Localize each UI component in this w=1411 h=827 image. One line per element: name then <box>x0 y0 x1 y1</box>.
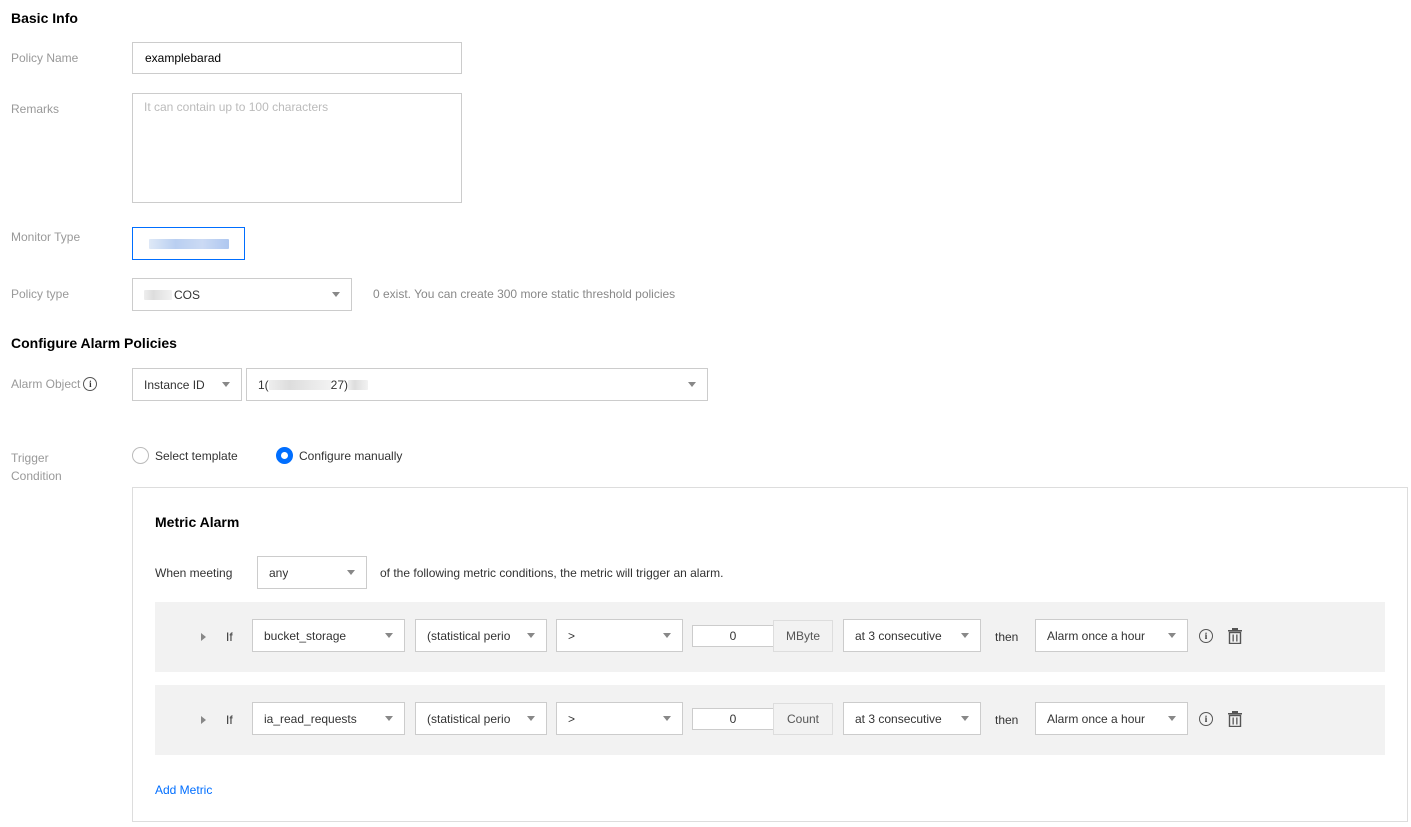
match-mode-select[interactable]: any <box>257 556 367 589</box>
instance-id-redacted-tail <box>348 380 369 391</box>
consecutive-value: at 3 consecutive <box>855 628 942 643</box>
radio-circle-selected <box>276 447 293 464</box>
alarm-object-instance-select[interactable]: 1( 27) <box>246 368 708 401</box>
policy-type-value: COS <box>174 287 201 302</box>
unit-label: MByte <box>773 620 833 652</box>
monitor-type-redacted <box>148 238 229 249</box>
radio-circle <box>132 447 149 464</box>
chevron-down-icon <box>332 292 340 297</box>
alarm-object-value-prefix: 1( <box>258 377 269 392</box>
match-mode-value: any <box>269 565 289 580</box>
match-mode-suffix: of the following metric conditions, the … <box>380 566 724 580</box>
radio-configure-manually-label: Configure manually <box>299 448 403 463</box>
metric-select[interactable]: ia_read_requests <box>252 702 405 735</box>
add-metric-link[interactable]: Add Metric <box>155 783 212 797</box>
expand-icon[interactable] <box>201 633 206 641</box>
radio-select-template[interactable]: Select template <box>132 447 238 464</box>
trash-icon[interactable] <box>1228 628 1242 644</box>
alarm-object-label-group: Alarm Object i <box>11 375 98 393</box>
chevron-down-icon <box>385 716 393 721</box>
monitor-type-label: Monitor Type <box>11 230 81 244</box>
radio-configure-manually[interactable]: Configure manually <box>276 447 402 464</box>
alarm-frequency-select[interactable]: Alarm once a hour <box>1035 619 1188 652</box>
alarm-policies-title: Configure Alarm Policies <box>11 335 177 351</box>
info-icon[interactable]: i <box>1199 712 1213 726</box>
basic-info-title: Basic Info <box>11 10 78 26</box>
chevron-down-icon <box>527 716 535 721</box>
policy-name-value: examplebarad <box>145 51 222 65</box>
statistical-period-select[interactable]: (statistical perio <box>415 702 547 735</box>
if-label: If <box>226 713 233 727</box>
policy-name-label: Policy Name <box>11 51 79 65</box>
consecutive-select[interactable]: at 3 consecutive <box>843 619 981 652</box>
when-meeting-label: When meeting <box>155 566 233 580</box>
metric-value: bucket_storage <box>264 628 347 643</box>
unit-label: Count <box>773 703 833 735</box>
chevron-down-icon <box>1168 633 1176 638</box>
chevron-down-icon <box>961 633 969 638</box>
chevron-down-icon <box>663 633 671 638</box>
alarm-object-type-select[interactable]: Instance ID <box>132 368 242 401</box>
chevron-down-icon <box>347 570 355 575</box>
remarks-label: Remarks <box>11 102 60 116</box>
policy-type-select[interactable]: COS <box>132 278 352 311</box>
alarm-object-type-value: Instance ID <box>144 377 205 392</box>
alarm-object-value-suffix: 27) <box>330 377 349 392</box>
chevron-down-icon <box>961 716 969 721</box>
consecutive-value: at 3 consecutive <box>855 711 942 726</box>
metric-condition-row: If ia_read_requests (statistical perio >… <box>155 685 1385 755</box>
instance-id-redacted <box>268 380 331 391</box>
operator-value: > <box>568 628 576 643</box>
statistical-period-value: (statistical perio <box>427 711 511 726</box>
chevron-down-icon <box>385 633 393 638</box>
operator-value: > <box>568 711 576 726</box>
metric-alarm-title: Metric Alarm <box>155 514 240 530</box>
info-icon[interactable]: i <box>1199 629 1213 643</box>
threshold-input[interactable]: 0 <box>692 625 774 647</box>
chevron-down-icon <box>688 382 696 387</box>
trash-icon[interactable] <box>1228 711 1242 727</box>
metric-value: ia_read_requests <box>264 711 357 726</box>
metric-select[interactable]: bucket_storage <box>252 619 405 652</box>
policy-type-hint: 0 exist. You can create 300 more static … <box>373 287 676 301</box>
alarm-frequency-value: Alarm once a hour <box>1047 711 1146 726</box>
if-label: If <box>226 630 233 644</box>
chevron-down-icon <box>527 633 535 638</box>
trigger-label-line1: Trigger <box>11 451 49 465</box>
operator-select[interactable]: > <box>556 702 683 735</box>
alarm-object-label: Alarm Object <box>11 377 81 391</box>
remarks-textarea[interactable]: It can contain up to 100 characters <box>132 93 462 203</box>
expand-icon[interactable] <box>201 716 206 724</box>
threshold-input[interactable]: 0 <box>692 708 774 730</box>
remarks-placeholder: It can contain up to 100 characters <box>144 100 329 114</box>
radio-select-template-label: Select template <box>155 448 238 463</box>
metric-alarm-panel: Metric Alarm When meeting any of the fol… <box>132 487 1408 822</box>
info-icon[interactable]: i <box>83 377 98 391</box>
then-label: then <box>995 713 1019 727</box>
statistical-period-select[interactable]: (statistical perio <box>415 619 547 652</box>
operator-select[interactable]: > <box>556 619 683 652</box>
metric-condition-row: If bucket_storage (statistical perio > 0… <box>155 602 1385 672</box>
chevron-down-icon <box>663 716 671 721</box>
policy-name-input[interactable]: examplebarad <box>132 42 462 74</box>
policy-type-label: Policy type <box>11 287 70 301</box>
monitor-type-option[interactable] <box>132 227 245 260</box>
consecutive-select[interactable]: at 3 consecutive <box>843 702 981 735</box>
alarm-frequency-value: Alarm once a hour <box>1047 628 1146 643</box>
chevron-down-icon <box>222 382 230 387</box>
then-label: then <box>995 630 1019 644</box>
statistical-period-value: (statistical perio <box>427 628 511 643</box>
trigger-condition-label: Trigger Condition <box>11 449 62 485</box>
chevron-down-icon <box>1168 716 1176 721</box>
policy-type-redacted <box>144 290 172 301</box>
trigger-label-line2: Condition <box>11 469 62 483</box>
alarm-frequency-select[interactable]: Alarm once a hour <box>1035 702 1188 735</box>
